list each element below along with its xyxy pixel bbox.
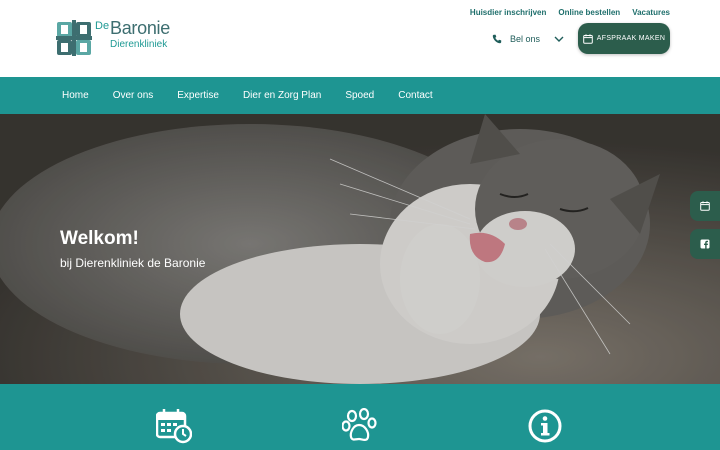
side-appointment-button[interactable]	[690, 191, 720, 221]
feature-strip	[0, 384, 720, 450]
nav-contact[interactable]: Contact	[398, 90, 432, 101]
info-icon[interactable]	[527, 408, 563, 444]
nav-dier-en-zorg-plan[interactable]: Dier en Zorg Plan	[243, 90, 321, 101]
phone-label: Bel ons	[510, 34, 541, 44]
appointment-button[interactable]: AFSPRAAK MAKEN	[578, 23, 670, 54]
calendar-clock-icon[interactable]	[156, 408, 192, 444]
toplink-huisdier-inschrijven[interactable]: Huisdier inschrijven	[470, 8, 546, 17]
side-facebook-button[interactable]	[690, 229, 720, 259]
nav-spoed[interactable]: Spoed	[345, 90, 374, 101]
hero-title: Welkom!	[60, 228, 139, 249]
paw-icon[interactable]	[342, 408, 378, 444]
hero-banner: Welkom! bij Dierenkliniek de Baronie	[0, 114, 720, 384]
logo-mark-icon	[56, 20, 92, 56]
facebook-icon	[700, 239, 710, 249]
site-logo[interactable]: De Baronie Dierenkliniek	[56, 18, 186, 58]
calendar-icon	[700, 201, 710, 211]
site-header: De Baronie Dierenkliniek Huisdier inschr…	[0, 0, 720, 77]
hero-subtitle: bij Dierenkliniek de Baronie	[60, 256, 206, 270]
appointment-label: AFSPRAAK MAKEN	[596, 35, 666, 42]
logo-de: De	[95, 20, 110, 32]
nav-expertise[interactable]: Expertise	[177, 90, 219, 101]
nav-over-ons[interactable]: Over ons	[113, 90, 154, 101]
phone-icon	[492, 34, 502, 44]
chevron-down-icon	[554, 36, 564, 42]
toplink-vacatures[interactable]: Vacatures	[632, 8, 670, 17]
top-links: Huisdier inschrijven Online bestellen Va…	[470, 8, 670, 17]
main-nav: Home Over ons Expertise Dier en Zorg Pla…	[0, 77, 720, 114]
logo-name: Baronie	[110, 18, 170, 38]
calendar-icon	[582, 33, 593, 44]
nav-home[interactable]: Home	[62, 90, 89, 101]
logo-subtitle: Dierenkliniek	[110, 39, 168, 50]
phone-dropdown[interactable]: Bel ons	[492, 34, 564, 44]
toplink-online-bestellen[interactable]: Online bestellen	[558, 8, 620, 17]
